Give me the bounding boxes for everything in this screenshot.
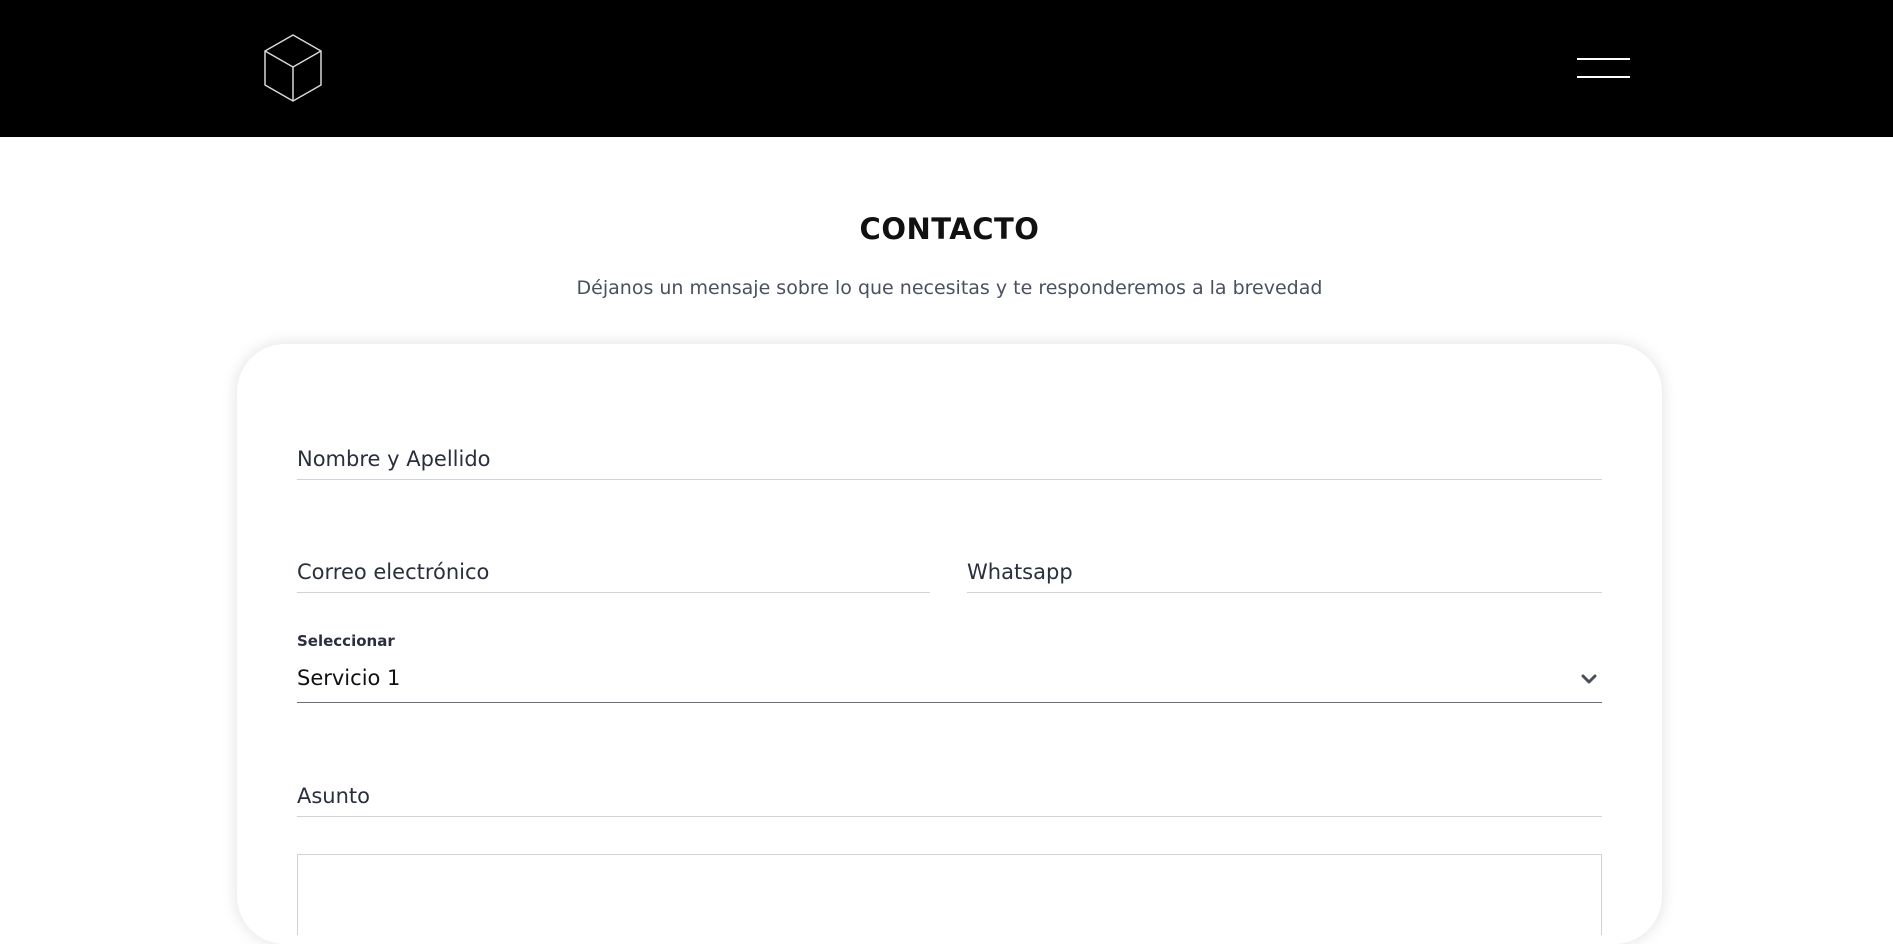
- menu-bar-bottom: [1577, 76, 1630, 78]
- page-subtitle: Déjanos un mensaje sobre lo que necesita…: [576, 277, 1323, 299]
- cube-logo-icon[interactable]: [261, 33, 325, 103]
- subject-input[interactable]: [297, 784, 1602, 808]
- service-select-value: Servicio 1: [297, 666, 401, 690]
- service-select[interactable]: Servicio 1: [297, 660, 1602, 703]
- whatsapp-field: [967, 543, 1602, 593]
- email-field: [297, 543, 930, 593]
- whatsapp-input[interactable]: [967, 560, 1602, 584]
- hamburger-menu-button[interactable]: [1570, 50, 1630, 86]
- top-navbar: [0, 0, 1893, 137]
- name-input[interactable]: [297, 447, 1602, 471]
- service-select-label: Seleccionar: [297, 632, 395, 650]
- subject-field: [297, 767, 1602, 817]
- email-input[interactable]: [297, 560, 930, 584]
- page-title: CONTACTO: [859, 212, 1040, 246]
- menu-bar-top: [1577, 58, 1630, 60]
- message-textarea[interactable]: [297, 854, 1602, 935]
- name-field: [297, 430, 1602, 480]
- chevron-down-icon: [1581, 674, 1597, 684]
